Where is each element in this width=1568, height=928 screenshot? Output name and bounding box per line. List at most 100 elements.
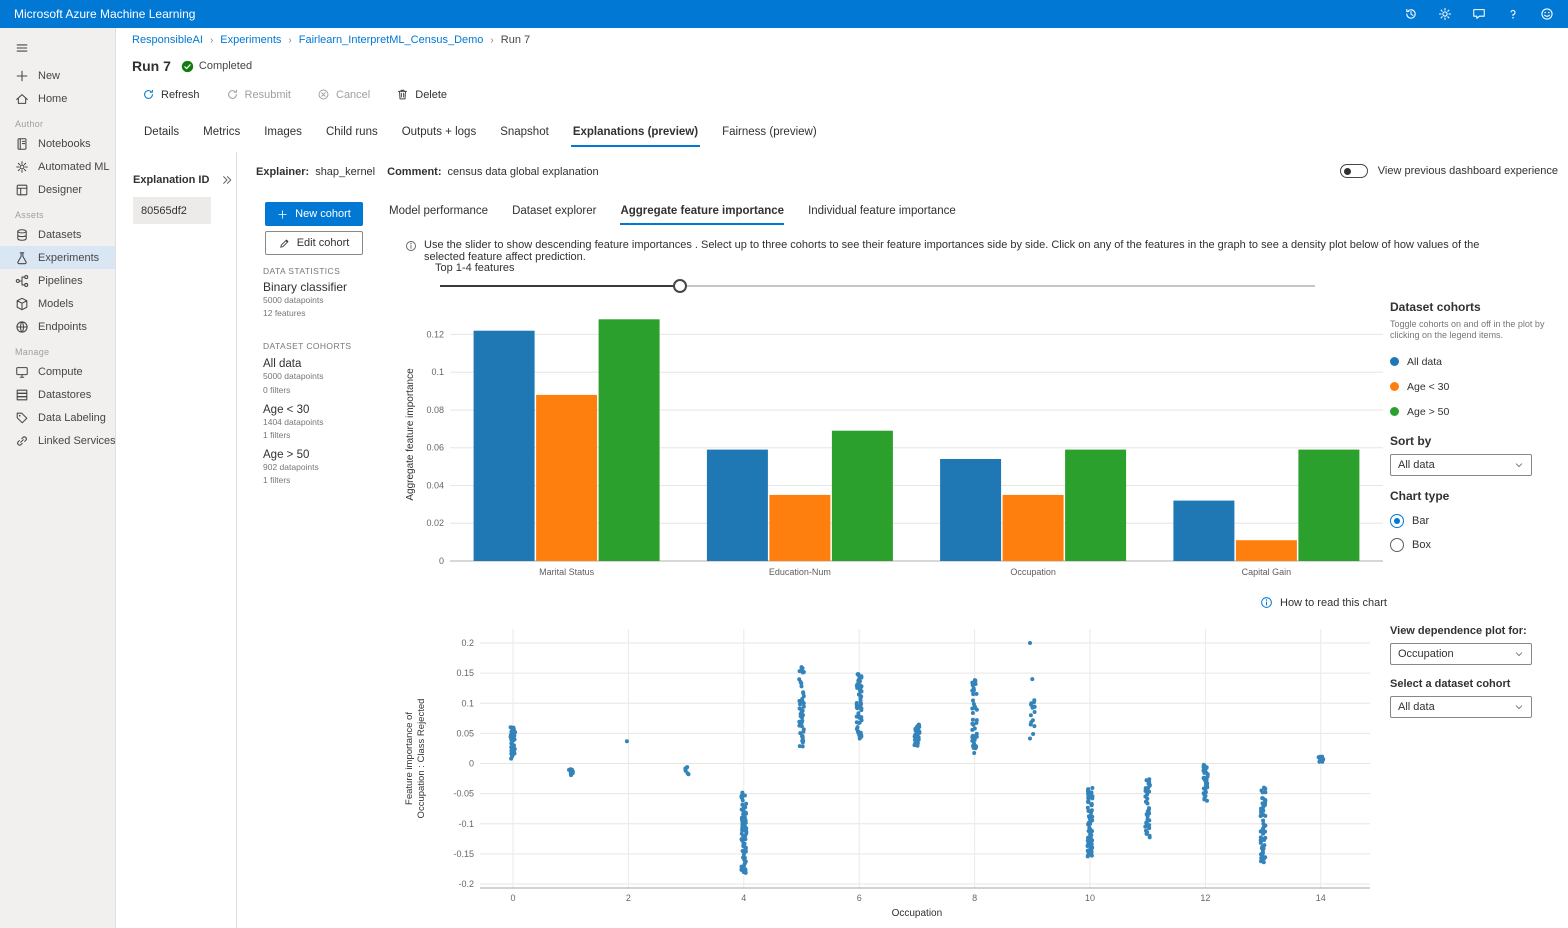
breadcrumb-separator: › xyxy=(210,35,213,46)
bar-age-50-marital-status[interactable] xyxy=(599,319,660,561)
resubmit-button[interactable]: Resubmit xyxy=(226,88,291,101)
tab-metrics[interactable]: Metrics xyxy=(191,118,252,147)
bar-all-data-marital-status[interactable] xyxy=(474,331,535,561)
sidebar-item-experiments[interactable]: Experiments xyxy=(0,246,115,269)
dependence-feature-dropdown[interactable]: Occupation xyxy=(1390,643,1532,665)
bar-all-data-occupation[interactable] xyxy=(940,459,1001,561)
sidebar-item-datastores[interactable]: Datastores xyxy=(0,383,115,406)
tab-child-runs[interactable]: Child runs xyxy=(314,118,390,147)
bar-chart-svg[interactable]: 00.020.040.060.080.10.12Marital StatusEd… xyxy=(400,298,1390,583)
sidebar-item-label: Designer xyxy=(38,184,82,196)
svg-text:-0.05: -0.05 xyxy=(453,789,474,799)
cohort-legend: All data Age < 30 Age > 50 xyxy=(1390,355,1568,419)
sidebar-item-label: Experiments xyxy=(38,252,99,264)
command-label: Cancel xyxy=(336,89,370,101)
bar-age-30-marital-status[interactable] xyxy=(536,395,597,561)
breadcrumb-experiments[interactable]: Experiments xyxy=(220,34,281,46)
sidebar-item-label: Endpoints xyxy=(38,321,87,333)
sidebar-item-label: Datastores xyxy=(38,389,91,401)
tab-fairness-preview[interactable]: Fairness (preview) xyxy=(710,118,829,147)
slider-handle[interactable] xyxy=(673,279,687,293)
bar-age-50-capital-gain[interactable] xyxy=(1298,450,1359,561)
tab-images[interactable]: Images xyxy=(252,118,314,147)
chart-type-bar-radio[interactable]: Bar xyxy=(1390,514,1568,528)
datapoints-count: 5000 datapoints xyxy=(263,294,408,307)
history-button[interactable] xyxy=(1404,7,1418,21)
sidebar-item-data-labeling[interactable]: Data Labeling xyxy=(0,406,115,429)
breadcrumb-responsibleai[interactable]: ResponsibleAI xyxy=(132,34,203,46)
bar-all-data-education-num[interactable] xyxy=(707,450,768,561)
toggle-label: View previous dashboard experience xyxy=(1378,165,1558,177)
tab-outputs-logs[interactable]: Outputs + logs xyxy=(390,118,488,147)
tab-details[interactable]: Details xyxy=(132,118,191,147)
bar-age-50-education-num[interactable] xyxy=(832,431,893,561)
new-cohort-button[interactable]: New cohort xyxy=(265,202,363,226)
previous-dashboard-toggle[interactable] xyxy=(1340,164,1368,178)
completed-check-icon xyxy=(181,60,194,73)
cancel-button[interactable]: Cancel xyxy=(317,88,370,101)
how-to-read-chart-link[interactable]: How to read this chart xyxy=(1260,596,1387,609)
delete-button[interactable]: Delete xyxy=(396,88,447,101)
sidebar-item-notebooks[interactable]: Notebooks xyxy=(0,132,115,155)
sidebar-item-home[interactable]: Home xyxy=(0,87,115,110)
sort-by-dropdown[interactable]: All data xyxy=(1390,454,1532,476)
dependence-plot-svg[interactable]: 0.20.150.10.050-0.05-0.1-0.15-0.20246810… xyxy=(400,623,1390,923)
chart-type-box-radio[interactable]: Box xyxy=(1390,538,1568,552)
sidebar-item-pipelines[interactable]: Pipelines xyxy=(0,269,115,292)
breadcrumb-fairlearn-interpretml-census-demo[interactable]: Fairlearn_InterpretML_Census_Demo xyxy=(299,34,484,46)
chevron-down-icon xyxy=(1514,460,1524,470)
subtab-individual-feature-importance[interactable]: Individual feature importance xyxy=(796,199,968,225)
edit-cohort-button[interactable]: Edit cohort xyxy=(265,231,363,255)
feature-count-slider[interactable] xyxy=(440,279,1315,293)
legend-item-all-data[interactable]: All data xyxy=(1390,355,1568,369)
smiley-button[interactable] xyxy=(1540,7,1554,21)
svg-text:14: 14 xyxy=(1316,893,1326,903)
gear-button[interactable] xyxy=(1438,7,1452,21)
command-label: Refresh xyxy=(161,89,200,101)
chevron-down-icon xyxy=(1514,649,1524,659)
subtab-aggregate-feature-importance[interactable]: Aggregate feature importance xyxy=(608,199,796,225)
sidebar-item-datasets[interactable]: Datasets xyxy=(0,223,115,246)
svg-text:0.12: 0.12 xyxy=(426,329,444,339)
help-button[interactable] xyxy=(1506,7,1520,21)
bar-age-30-occupation[interactable] xyxy=(1003,495,1064,561)
tab-snapshot[interactable]: Snapshot xyxy=(488,118,561,147)
refresh-button[interactable]: Refresh xyxy=(142,88,200,101)
experiments-icon xyxy=(15,251,29,265)
sidebar-item-endpoints[interactable]: Endpoints xyxy=(0,315,115,338)
bar-age-50-occupation[interactable] xyxy=(1065,450,1126,561)
sidebar-section-author: Author xyxy=(0,110,115,132)
menu-toggle-button[interactable] xyxy=(0,34,115,62)
legend-item-age-50[interactable]: Age > 50 xyxy=(1390,405,1568,419)
sidebar-item-new[interactable]: New xyxy=(0,64,115,87)
comment-label: Comment: xyxy=(387,166,441,178)
sidebar-item-linked-services[interactable]: Linked Services xyxy=(0,429,115,452)
legend-item-age-30[interactable]: Age < 30 xyxy=(1390,380,1568,394)
svg-text:Occupation: Occupation xyxy=(892,908,943,919)
dependence-cohort-dropdown[interactable]: All data xyxy=(1390,696,1532,718)
feedback-button[interactable] xyxy=(1472,7,1486,21)
subtab-dataset-explorer[interactable]: Dataset explorer xyxy=(500,199,608,225)
sidebar-item-models[interactable]: Models xyxy=(0,292,115,315)
svg-text:0.02: 0.02 xyxy=(426,518,444,528)
legend-color-dot xyxy=(1390,382,1399,391)
explanation-id-item[interactable]: 80565df2 xyxy=(133,197,211,224)
sidebar-item-automated-ml[interactable]: Automated ML xyxy=(0,155,115,178)
left-nav-sidebar: NewHomeAuthorNotebooksAutomated ML Design… xyxy=(0,28,116,928)
sidebar-item-compute[interactable]: Compute xyxy=(0,360,115,383)
subtab-model-performance[interactable]: Model performance xyxy=(377,199,500,225)
bar-all-data-capital-gain[interactable] xyxy=(1173,501,1234,561)
svg-text:4: 4 xyxy=(741,893,746,903)
cohort-filters: 1 filters xyxy=(263,474,408,487)
dataset-cohorts-heading: DATASET COHORTS xyxy=(263,341,408,351)
expand-panel-icon[interactable] xyxy=(221,174,233,186)
cancel-icon xyxy=(317,88,330,101)
bar-age-30-education-num[interactable] xyxy=(769,495,830,561)
bar-age-30-capital-gain[interactable] xyxy=(1236,540,1297,561)
history-icon xyxy=(1404,7,1418,21)
tab-explanations-preview[interactable]: Explanations (preview) xyxy=(561,118,710,147)
sidebar-item-designer[interactable]: Designer xyxy=(0,178,115,201)
cohort-name: Age > 50 xyxy=(263,449,408,461)
cohort-datapoints: 5000 datapoints xyxy=(263,370,408,383)
dependence-controls-panel: View dependence plot for: Occupation Sel… xyxy=(1390,625,1568,718)
